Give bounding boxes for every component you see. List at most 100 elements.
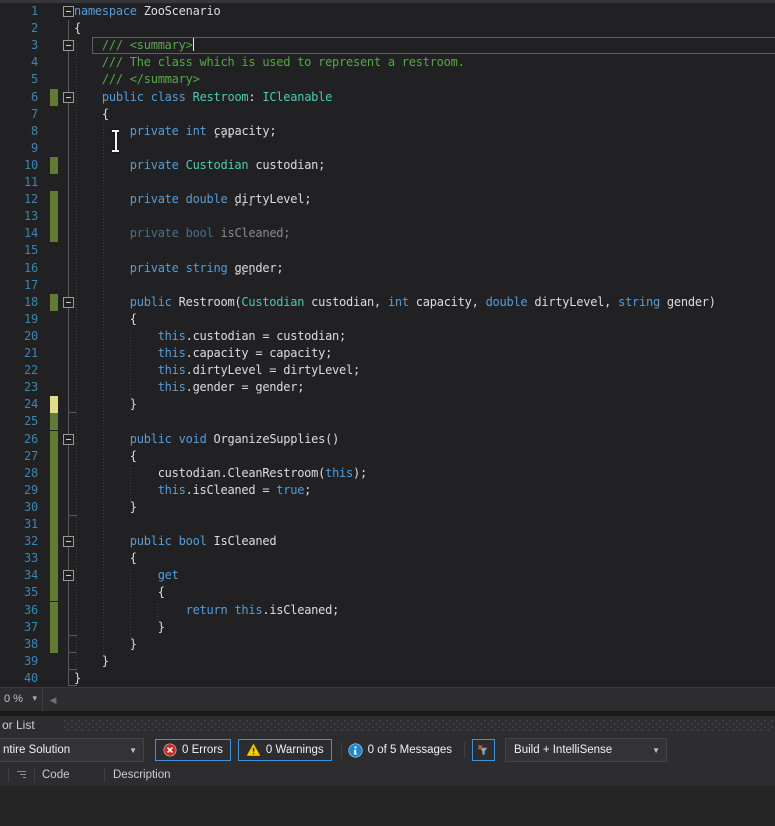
code-line[interactable]: 32 public bool IsCleaned bbox=[0, 533, 775, 550]
code-line[interactable]: 35 { bbox=[0, 584, 775, 601]
fold-collapse-icon[interactable] bbox=[63, 297, 74, 308]
code-line[interactable]: 34 get bbox=[0, 567, 775, 584]
code-line[interactable]: 38 } bbox=[0, 636, 775, 653]
code-line[interactable]: 31 bbox=[0, 516, 775, 533]
code-column-header[interactable]: Code bbox=[35, 764, 104, 786]
line-number[interactable]: 1 bbox=[0, 3, 38, 20]
line-number[interactable]: 2 bbox=[0, 20, 38, 37]
line-number[interactable]: 26 bbox=[0, 431, 38, 448]
code-line[interactable]: 22 this.dirtyLevel = dirtyLevel; bbox=[0, 362, 775, 379]
line-number[interactable]: 11 bbox=[0, 174, 38, 191]
line-number[interactable]: 21 bbox=[0, 345, 38, 362]
line-number[interactable]: 23 bbox=[0, 379, 38, 396]
line-number[interactable]: 15 bbox=[0, 242, 38, 259]
code-line[interactable]: 26 public void OrganizeSupplies() bbox=[0, 431, 775, 448]
line-number[interactable]: 35 bbox=[0, 584, 38, 601]
line-number[interactable]: 24 bbox=[0, 396, 38, 413]
line-number[interactable]: 19 bbox=[0, 311, 38, 328]
clear-filter-button[interactable] bbox=[472, 739, 495, 761]
fold-collapse-icon[interactable] bbox=[63, 92, 74, 103]
messages-toggle-button[interactable]: 0 of 5 Messages bbox=[342, 739, 458, 761]
code-line[interactable]: 6 public class Restroom: ICleanable bbox=[0, 89, 775, 106]
line-number[interactable]: 37 bbox=[0, 619, 38, 636]
line-number[interactable]: 28 bbox=[0, 465, 38, 482]
description-column-header[interactable]: Description bbox=[105, 764, 775, 786]
code-line[interactable]: 40} bbox=[0, 670, 775, 687]
line-number[interactable]: 22 bbox=[0, 362, 38, 379]
change-tracking-bar bbox=[50, 225, 58, 242]
code-line[interactable]: 2{ bbox=[0, 20, 775, 37]
code-line[interactable]: 13 bbox=[0, 208, 775, 225]
line-number[interactable]: 36 bbox=[0, 602, 38, 619]
line-number[interactable]: 9 bbox=[0, 140, 38, 157]
line-number[interactable]: 29 bbox=[0, 482, 38, 499]
code-line[interactable]: 30 } bbox=[0, 499, 775, 516]
fold-collapse-icon[interactable] bbox=[63, 536, 74, 547]
line-number[interactable]: 30 bbox=[0, 499, 38, 516]
code-line[interactable]: 23 this.gender = gender; bbox=[0, 379, 775, 396]
line-number[interactable]: 31 bbox=[0, 516, 38, 533]
code-line[interactable]: 19 { bbox=[0, 311, 775, 328]
fold-collapse-icon[interactable] bbox=[63, 40, 74, 51]
line-number[interactable]: 14 bbox=[0, 225, 38, 242]
code-line[interactable]: 12 private double dirtyLevel; bbox=[0, 191, 775, 208]
scroll-left-arrow[interactable]: ◀ bbox=[44, 688, 62, 712]
code-line[interactable]: 7 { bbox=[0, 106, 775, 123]
line-number[interactable]: 34 bbox=[0, 567, 38, 584]
code-line[interactable]: 28 custodian.CleanRestroom(this); bbox=[0, 465, 775, 482]
line-number[interactable]: 33 bbox=[0, 550, 38, 567]
line-number[interactable]: 40 bbox=[0, 670, 38, 687]
code-line[interactable]: 16 private string gender; bbox=[0, 260, 775, 277]
code-line[interactable]: 18 public Restroom(Custodian custodian, … bbox=[0, 294, 775, 311]
code-line[interactable]: 1namespace ZooScenario bbox=[0, 3, 775, 20]
code-line[interactable]: 20 this.custodian = custodian; bbox=[0, 328, 775, 345]
line-number[interactable]: 20 bbox=[0, 328, 38, 345]
line-number[interactable]: 17 bbox=[0, 277, 38, 294]
code-line[interactable]: 27 { bbox=[0, 448, 775, 465]
severity-column-header[interactable] bbox=[9, 764, 34, 786]
line-number[interactable]: 13 bbox=[0, 208, 38, 225]
code-line[interactable]: 29 this.isCleaned = true; bbox=[0, 482, 775, 499]
line-number[interactable]: 7 bbox=[0, 106, 38, 123]
line-number[interactable]: 27 bbox=[0, 448, 38, 465]
error-list-title-bar[interactable]: or List bbox=[0, 716, 775, 735]
code-line[interactable]: 39 } bbox=[0, 653, 775, 670]
errors-toggle-button[interactable]: 0 Errors bbox=[155, 739, 231, 761]
line-number[interactable]: 25 bbox=[0, 413, 38, 430]
code-line[interactable]: 11 bbox=[0, 174, 775, 191]
fold-collapse-icon[interactable] bbox=[63, 570, 74, 581]
line-number[interactable]: 38 bbox=[0, 636, 38, 653]
code-line[interactable]: 3 /// <summary> bbox=[0, 37, 775, 54]
line-number[interactable]: 12 bbox=[0, 191, 38, 208]
code-line[interactable]: 24 } bbox=[0, 396, 775, 413]
line-number[interactable]: 3 bbox=[0, 37, 38, 54]
line-number[interactable]: 32 bbox=[0, 533, 38, 550]
error-grid-body[interactable] bbox=[0, 786, 775, 826]
code-line[interactable]: 4 /// The class which is used to represe… bbox=[0, 54, 775, 71]
code-line[interactable]: 5 /// </summary> bbox=[0, 71, 775, 88]
line-number[interactable]: 8 bbox=[0, 123, 38, 140]
code-line[interactable]: 10 private Custodian custodian; bbox=[0, 157, 775, 174]
code-line[interactable]: 17 bbox=[0, 277, 775, 294]
line-number[interactable]: 39 bbox=[0, 653, 38, 670]
line-number[interactable]: 6 bbox=[0, 89, 38, 106]
code-line[interactable]: 33 { bbox=[0, 550, 775, 567]
fold-collapse-icon[interactable] bbox=[63, 434, 74, 445]
zoom-level-dropdown[interactable]: 0 % ▾ bbox=[0, 688, 43, 712]
code-line[interactable]: 15 bbox=[0, 242, 775, 259]
scope-dropdown[interactable]: ntire Solution ▼ bbox=[0, 738, 144, 762]
line-number[interactable]: 18 bbox=[0, 294, 38, 311]
code-line[interactable]: 14 private bool isCleaned; bbox=[0, 225, 775, 242]
code-line[interactable]: 36 return this.isCleaned; bbox=[0, 602, 775, 619]
line-number[interactable]: 4 bbox=[0, 54, 38, 71]
code-editor[interactable]: 1namespace ZooScenario2{3 /// <summary>4… bbox=[0, 3, 775, 687]
fold-collapse-icon[interactable] bbox=[63, 6, 74, 17]
code-line[interactable]: 25 bbox=[0, 413, 775, 430]
line-number[interactable]: 5 bbox=[0, 71, 38, 88]
warnings-toggle-button[interactable]: 0 Warnings bbox=[238, 739, 332, 761]
code-line[interactable]: 21 this.capacity = capacity; bbox=[0, 345, 775, 362]
line-number[interactable]: 10 bbox=[0, 157, 38, 174]
line-number[interactable]: 16 bbox=[0, 260, 38, 277]
code-line[interactable]: 37 } bbox=[0, 619, 775, 636]
filter-mode-dropdown[interactable]: Build + IntelliSense ▼ bbox=[505, 738, 667, 762]
